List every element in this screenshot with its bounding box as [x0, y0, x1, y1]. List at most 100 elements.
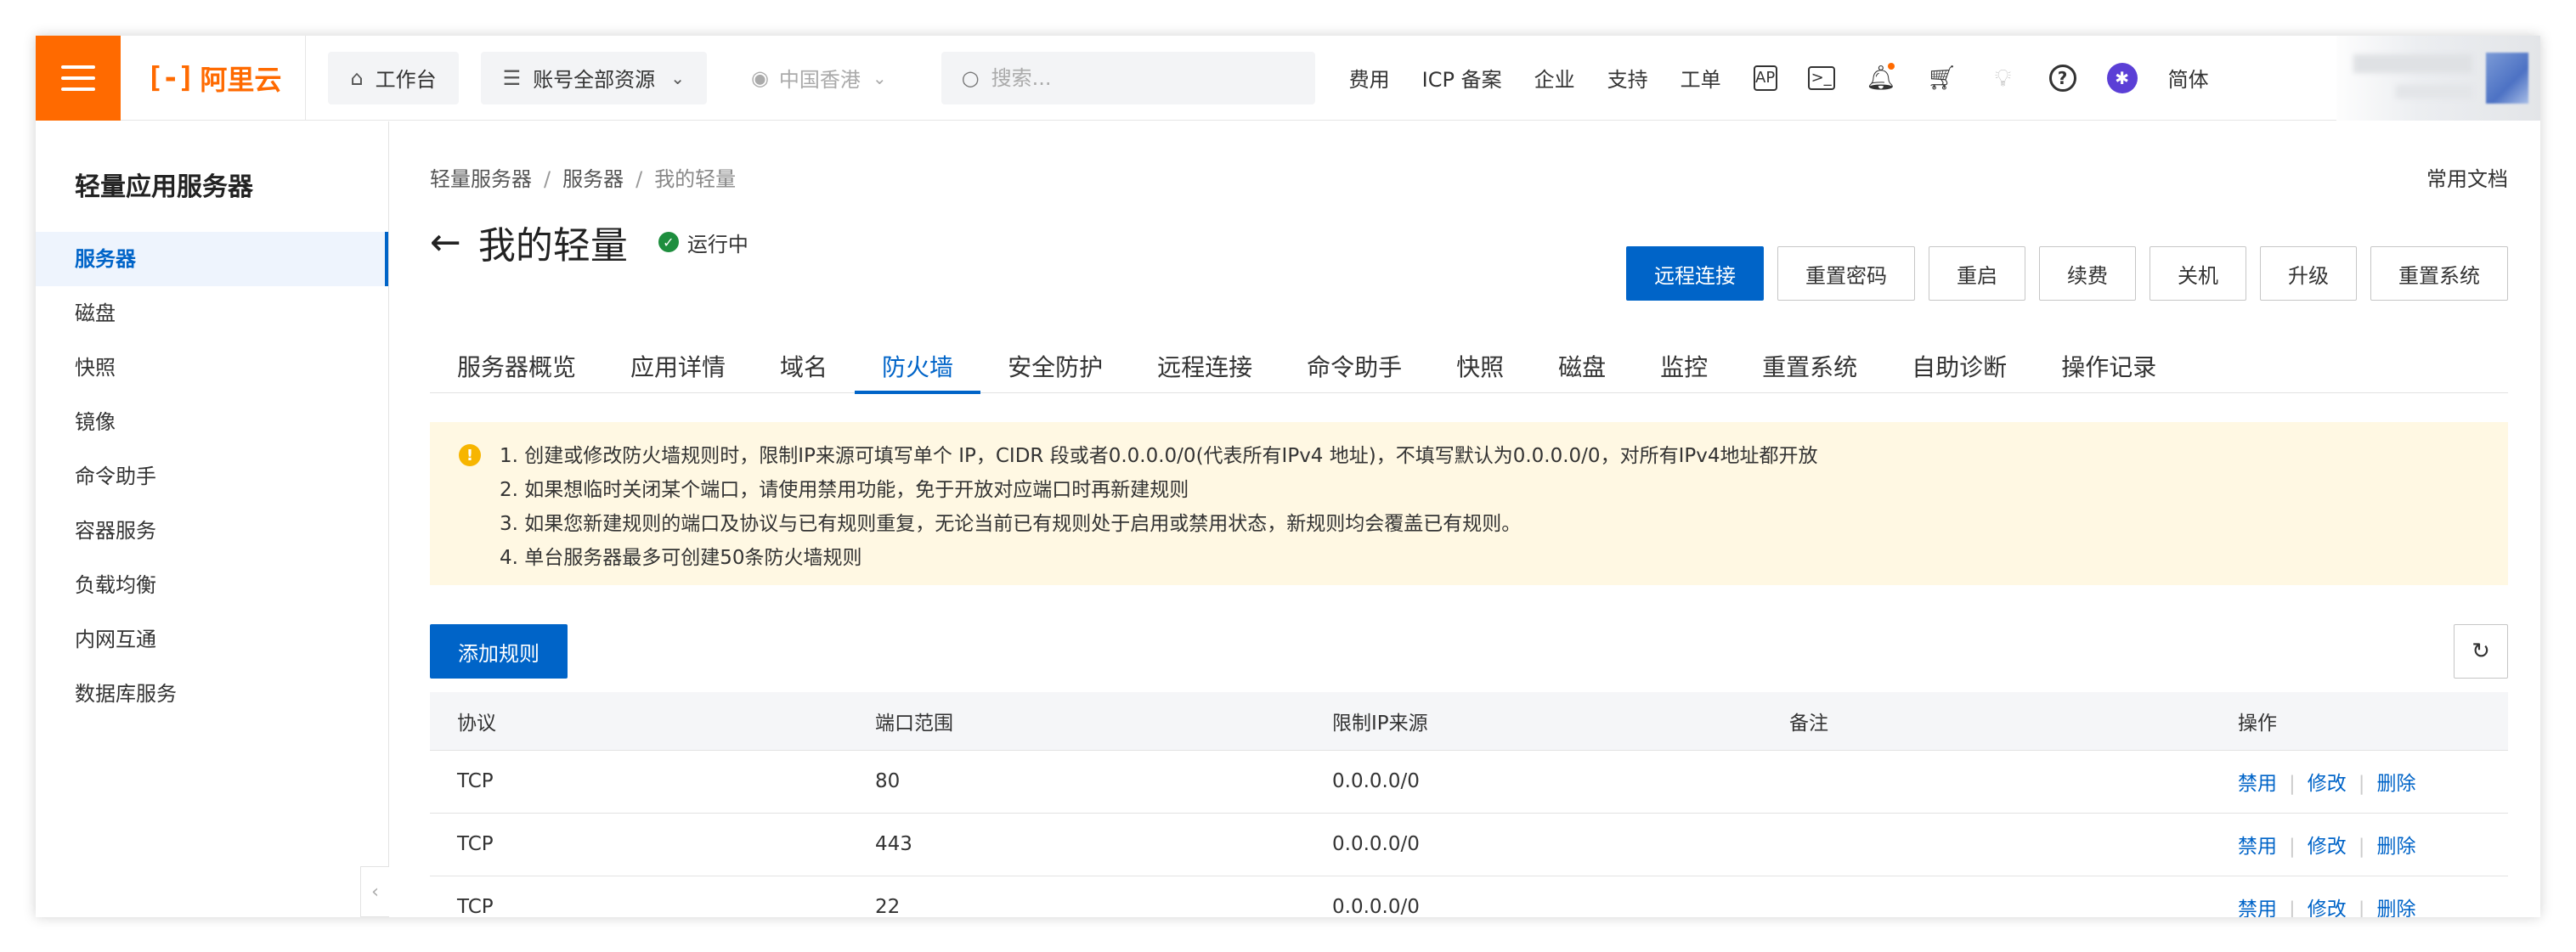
title-row: ← 我的轻量 ✓ 运行中	[430, 215, 749, 269]
link-icp[interactable]: ICP 备案	[1422, 63, 1502, 93]
check-circle-icon: ✓	[658, 232, 679, 252]
cell-actions: 禁用 | 修改 | 删除	[2238, 836, 2416, 858]
col-protocol: 协议	[430, 692, 848, 751]
help-icon[interactable]: ?	[2048, 64, 2076, 92]
disable-link[interactable]: 禁用	[2238, 773, 2277, 795]
edit-link[interactable]: 修改	[2308, 773, 2347, 795]
notice-line: 4. 单台服务器最多可创建50条防火墙规则	[500, 547, 862, 569]
home-icon: ⌂	[350, 65, 364, 90]
aliyun-logo[interactable]: [-] 阿里云	[121, 36, 307, 121]
shutdown-button[interactable]: 关机	[2149, 246, 2246, 301]
region-selector[interactable]: ◉ 中国香港 ⌄	[729, 52, 909, 104]
delete-link[interactable]: 删除	[2377, 773, 2416, 795]
cell-source: 0.0.0.0/0	[1332, 833, 1420, 855]
cell-protocol: TCP	[457, 770, 494, 792]
sidebar-item-intranet[interactable]: 内网互通	[36, 612, 388, 667]
sidebar-item-container[interactable]: 容器服务	[36, 504, 388, 558]
cell-protocol: TCP	[457, 833, 494, 855]
col-ip-source: 限制IP来源	[1305, 692, 1762, 751]
reset-password-button[interactable]: 重置密码	[1777, 246, 1915, 301]
tab-firewall[interactable]: 防火墙	[855, 342, 981, 394]
tab-self-diagnosis[interactable]: 自助诊断	[1884, 342, 2034, 393]
col-actions: 操作	[2211, 692, 2508, 751]
bell-icon[interactable]: 🔔︎	[1866, 62, 1896, 93]
breadcrumb-item[interactable]: 轻量服务器	[430, 167, 532, 191]
tab-disks[interactable]: 磁盘	[1531, 342, 1633, 393]
location-icon: ◉	[750, 65, 769, 90]
status-text: 运行中	[686, 232, 749, 256]
tab-reset-system[interactable]: 重置系统	[1735, 342, 1884, 393]
link-ticket[interactable]: 工单	[1681, 63, 1721, 93]
cell-port: 22	[875, 896, 901, 917]
tab-monitoring[interactable]: 监控	[1633, 342, 1735, 393]
collapse-sidebar-icon[interactable]: ‹	[360, 866, 389, 917]
breadcrumb: 轻量服务器 / 服务器 / 我的轻量	[430, 167, 737, 191]
logo-mark: [-]	[146, 60, 195, 95]
user-avatar[interactable]	[2336, 36, 2540, 121]
sidebar-item-command-assistant[interactable]: 命令助手	[36, 449, 388, 504]
table-header-row: 协议 端口范围 限制IP来源 备注 操作	[430, 692, 2508, 751]
api-icon[interactable]: AP	[1753, 65, 1777, 91]
notice-line: 2. 如果想临时关闭某个端口，请使用禁用功能，免于开放对应端口时再新建规则	[500, 479, 1189, 501]
restart-button[interactable]: 重启	[1929, 246, 2025, 301]
menu-icon[interactable]	[36, 36, 121, 121]
sidebar-item-snapshots[interactable]: 快照	[36, 341, 388, 395]
sidebar-item-database[interactable]: 数据库服务	[36, 667, 388, 721]
sidebar-item-images[interactable]: 镜像	[36, 395, 388, 449]
instance-actions: 远程连接 重置密码 重启 续费 关机 升级 重置系统	[1626, 246, 2508, 301]
link-enterprise[interactable]: 企业	[1534, 63, 1575, 93]
tab-remote-connect[interactable]: 远程连接	[1130, 342, 1280, 393]
cart-icon[interactable]: 🛒︎	[1927, 63, 1957, 93]
tab-app-details[interactable]: 应用详情	[603, 342, 753, 393]
docs-link[interactable]: 常用文档	[2426, 162, 2508, 192]
cell-actions: 禁用 | 修改 | 删除	[2211, 876, 2508, 917]
disable-link[interactable]: 禁用	[2238, 836, 2277, 858]
search-input[interactable]	[991, 65, 1280, 90]
renew-button[interactable]: 续费	[2039, 246, 2136, 301]
sidebar-item-servers[interactable]: 服务器	[36, 232, 388, 286]
resources-dropdown[interactable]: ☰ 账号全部资源 ⌄	[480, 51, 707, 104]
delete-link[interactable]: 删除	[2377, 898, 2416, 917]
edit-link[interactable]: 修改	[2308, 836, 2347, 858]
breadcrumb-current: 我的轻量	[654, 167, 737, 191]
cell-protocol: TCP	[457, 896, 494, 917]
resources-label: 账号全部资源	[533, 68, 656, 92]
workbench-button[interactable]: ⌂ 工作台	[328, 51, 459, 104]
breadcrumb-item[interactable]: 服务器	[562, 167, 624, 191]
back-arrow-icon[interactable]: ←	[430, 221, 461, 264]
lightbulb-icon[interactable]: 💡︎	[1988, 63, 2019, 93]
reset-system-button[interactable]: 重置系统	[2370, 246, 2508, 301]
search-box[interactable]: ○	[941, 51, 1315, 104]
upgrade-button[interactable]: 升级	[2260, 246, 2357, 301]
cell-port: 443	[875, 833, 912, 855]
remote-connect-button[interactable]: 远程连接	[1626, 246, 1764, 301]
sidebar-item-disks[interactable]: 磁盘	[36, 286, 388, 341]
tab-domain[interactable]: 域名	[753, 342, 855, 393]
region-label: 中国香港	[778, 68, 861, 92]
workbench-label: 工作台	[375, 68, 437, 92]
database-icon: ☰	[502, 65, 522, 90]
disable-link[interactable]: 禁用	[2238, 898, 2277, 917]
sidebar-item-load-balancer[interactable]: 负载均衡	[36, 558, 388, 612]
add-rule-button[interactable]: 添加规则	[430, 624, 568, 679]
top-navbar: [-] 阿里云 ⌂ 工作台 ☰ 账号全部资源 ⌄ ◉ 中国香港 ⌄ ○ 费用 I…	[36, 36, 2540, 121]
tab-snapshots[interactable]: 快照	[1429, 342, 1531, 393]
table-row: TCP 22 0.0.0.0/0 禁用 | 修改 | 删除	[430, 876, 2508, 917]
language-switch[interactable]: 简体	[2168, 63, 2209, 93]
link-billing[interactable]: 费用	[1349, 63, 1390, 93]
tab-command-assistant[interactable]: 命令助手	[1280, 342, 1429, 393]
delete-link[interactable]: 删除	[2377, 836, 2416, 858]
tab-security[interactable]: 安全防护	[980, 342, 1130, 393]
assistant-icon[interactable]: ✱	[2106, 62, 2138, 93]
edit-link[interactable]: 修改	[2308, 898, 2347, 917]
top-links: 费用 ICP 备案 企业 支持 工单 AP >_ 🔔︎ 🛒︎ 💡︎ ? ✱ 简体	[1349, 62, 2234, 93]
cell-port: 80	[875, 770, 901, 792]
tab-overview[interactable]: 服务器概览	[430, 342, 603, 393]
tab-operation-log[interactable]: 操作记录	[2034, 342, 2183, 393]
firewall-rules-table: 协议 端口范围 限制IP来源 备注 操作 TCP 80 0.0.0.0/0 禁用…	[430, 692, 2508, 917]
refresh-icon[interactable]: ↻	[2454, 624, 2508, 679]
terminal-icon[interactable]: >_	[1807, 65, 1835, 90]
link-support[interactable]: 支持	[1607, 63, 1648, 93]
cell-note	[1762, 876, 2211, 917]
page-title: 我的轻量	[477, 224, 628, 268]
